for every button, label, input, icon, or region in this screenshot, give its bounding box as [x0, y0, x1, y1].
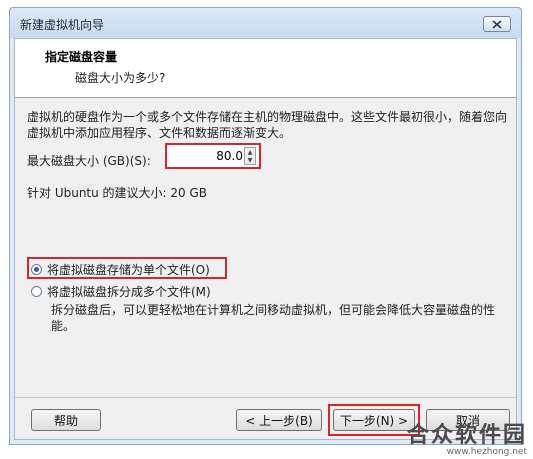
disk-size-field[interactable]: ▲ ▼: [165, 143, 261, 169]
disk-size-input[interactable]: [171, 148, 243, 164]
wizard-body: 指定磁盘容量 磁盘大小为多少? 虚拟机的硬盘作为一个或多个文件存储在主机的物理磁…: [14, 38, 517, 440]
page-subtitle: 磁盘大小为多少?: [75, 71, 166, 85]
disk-description: 虚拟机的硬盘作为一个或多个文件存储在主机的物理磁盘中。这些文件最初很小，随着您向…: [27, 110, 508, 140]
wizard-header: 指定磁盘容量 磁盘大小为多少?: [15, 39, 516, 98]
spin-up-icon[interactable]: ▲: [245, 148, 255, 156]
radio-single-file[interactable]: 将虚拟磁盘存储为单个文件(O): [31, 261, 210, 278]
wizard-window: 新建虚拟机向导 指定磁盘容量 磁盘大小为多少? 虚拟机的硬盘作为一个或多个文件存…: [9, 7, 522, 445]
close-icon: [492, 19, 502, 29]
next-button[interactable]: 下一步(N) >: [333, 409, 415, 431]
disk-size-label: 最大磁盘大小 (GB)(S):: [27, 154, 151, 168]
close-button[interactable]: [483, 16, 511, 32]
help-button[interactable]: 帮助: [31, 409, 101, 431]
radio-split-files[interactable]: 将虚拟磁盘拆分成多个文件(M): [31, 283, 211, 300]
radio-single-file-label[interactable]: 将虚拟磁盘存储为单个文件(O): [47, 261, 210, 278]
disk-size-spinner[interactable]: ▲ ▼: [244, 147, 256, 165]
back-button[interactable]: < 上一步(B): [236, 409, 322, 431]
watermark: 合众软件园 www.hezhong.net: [407, 423, 527, 457]
page-title: 指定磁盘容量: [45, 50, 118, 64]
recommended-size: 针对 Ubuntu 的建议大小: 20 GB: [27, 186, 208, 200]
radio-single-file-indicator[interactable]: [31, 264, 42, 275]
window-title: 新建虚拟机向导: [20, 18, 105, 32]
footer-divider: [15, 397, 516, 398]
radio-split-files-indicator[interactable]: [31, 286, 42, 297]
spin-down-icon[interactable]: ▼: [245, 156, 255, 164]
title-bar[interactable]: 新建虚拟机向导: [10, 8, 521, 38]
radio-split-files-label[interactable]: 将虚拟磁盘拆分成多个文件(M): [47, 283, 211, 300]
split-description: 拆分磁盘后，可以更轻松地在计算机之间移动虚拟机，但可能会降低大容量磁盘的性能。: [51, 303, 496, 333]
watermark-name: 合众软件园: [406, 423, 527, 448]
